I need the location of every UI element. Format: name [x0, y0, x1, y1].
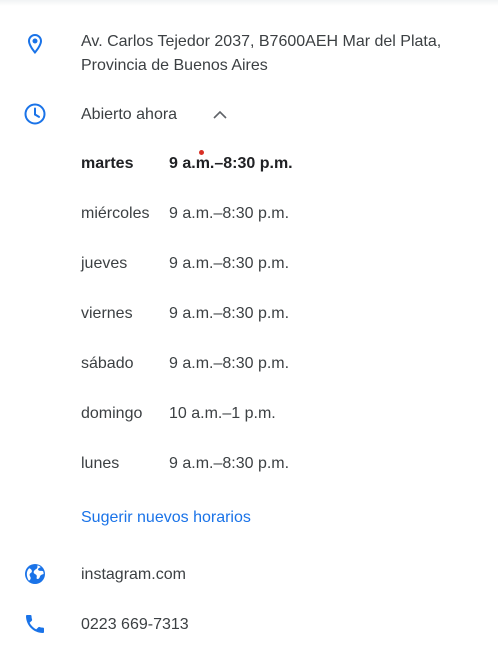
phone-number[interactable]: 0223 669-7313 — [81, 613, 189, 637]
address-text[interactable]: Av. Carlos Tejedor 2037, B7600AEH Mar de… — [81, 30, 481, 78]
hours-day: sábado — [81, 355, 134, 372]
hours-time: 9 a.m.–8:30 p.m. — [169, 205, 290, 222]
top-divider — [0, 0, 498, 6]
hours-row-5: domingo 10 a.m.–1 p.m. — [81, 402, 276, 426]
website-link[interactable]: instagram.com — [81, 563, 186, 587]
hours-time: 10 a.m.–1 p.m. — [169, 405, 276, 422]
hours-time: 9 a.m.–8:30 p.m. — [169, 155, 293, 172]
hours-time: 9 a.m.–8:30 p.m. — [169, 355, 290, 372]
address-line-2: Provincia de Buenos Aires — [81, 57, 268, 74]
hours-day: domingo — [81, 405, 143, 422]
chevron-up-icon[interactable] — [210, 105, 230, 125]
hours-day: jueves — [81, 255, 128, 272]
clock-icon — [22, 101, 48, 127]
hours-day: viernes — [81, 305, 133, 322]
hours-row-0: martes 9 a.m.–8:30 p.m. — [81, 152, 293, 176]
live-indicator-dot — [199, 150, 204, 155]
hours-row-4: sábado 9 a.m.–8:30 p.m. — [81, 352, 289, 376]
hours-row-2: jueves 9 a.m.–8:30 p.m. — [81, 252, 289, 276]
address-line-1: Av. Carlos Tejedor 2037, B7600AEH Mar de… — [81, 33, 442, 50]
hours-time: 9 a.m.–8:30 p.m. — [169, 455, 290, 472]
location-pin-icon — [22, 31, 48, 57]
suggest-hours-link[interactable]: Sugerir nuevos horarios — [81, 506, 251, 530]
globe-icon — [22, 561, 48, 587]
hours-row-1: miércoles 9 a.m.–8:30 p.m. — [81, 202, 289, 226]
hours-time: 9 a.m.–8:30 p.m. — [169, 255, 290, 272]
open-status[interactable]: Abierto ahora — [81, 103, 177, 127]
hours-day: miércoles — [81, 205, 150, 222]
hours-day: martes — [81, 155, 134, 172]
hours-row-6: lunes 9 a.m.–8:30 p.m. — [81, 452, 289, 476]
hours-time: 9 a.m.–8:30 p.m. — [169, 305, 290, 322]
hours-day: lunes — [81, 455, 120, 472]
hours-row-3: viernes 9 a.m.–8:30 p.m. — [81, 302, 289, 326]
phone-icon — [22, 611, 48, 637]
